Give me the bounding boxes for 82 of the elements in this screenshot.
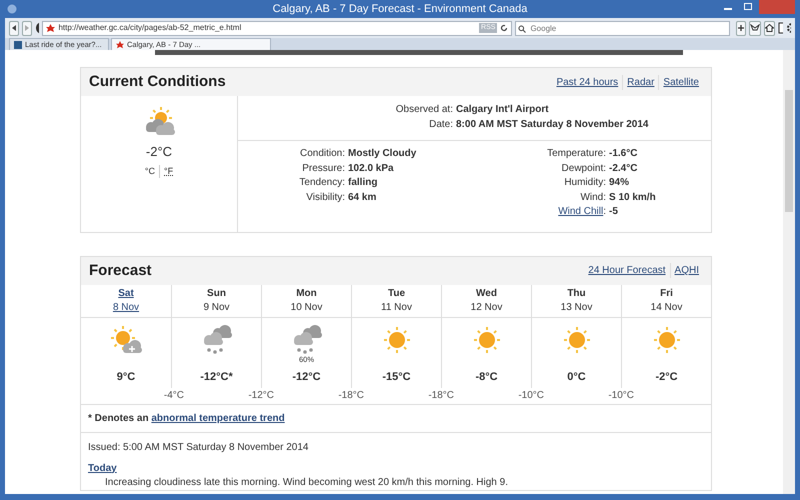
- field-label: Tendency:: [298, 176, 346, 190]
- sun-cloud-icon: [143, 106, 175, 138]
- field-value: 94%: [609, 176, 630, 190]
- period-text: Increasing cloudiness late this morning. Wind becoming west 20 km/h this morning. High 9.: [104, 476, 509, 490]
- field-value: 8:00 AM MST Saturday 8 November 2014: [456, 118, 648, 132]
- high-temperature: -12°C*: [200, 370, 233, 382]
- current-temperature: -2°C: [146, 143, 172, 161]
- crown-button[interactable]: [749, 20, 762, 36]
- field-label: Wind:: [579, 190, 607, 204]
- low-temperature: -4°C: [164, 388, 184, 402]
- search-icon: [518, 24, 526, 32]
- forward-icon: [23, 24, 31, 32]
- back-button[interactable]: [9, 20, 19, 36]
- day-date[interactable]: 11 Nov: [352, 300, 441, 314]
- high-temperature: -2°C: [655, 370, 678, 382]
- header-link[interactable]: AQHI: [670, 263, 703, 278]
- reload-icon[interactable]: [500, 24, 508, 32]
- low-temperature: -10°C: [608, 388, 634, 402]
- day-date[interactable]: 13 Nov: [532, 300, 621, 314]
- field-value: 102.0 kPa: [348, 162, 394, 176]
- field-label: Humidity:: [563, 176, 607, 190]
- plus-icon: [737, 24, 746, 32]
- scrollbar-thumb[interactable]: [785, 90, 793, 212]
- unit-toggle[interactable]: °F: [159, 164, 178, 178]
- high-temperature: -15°C: [382, 370, 411, 382]
- field-value: Mostly Cloudy: [348, 147, 416, 161]
- low-temperature: -10°C: [518, 388, 544, 402]
- field-link[interactable]: Wind Chill: [558, 206, 604, 217]
- site-icon: [14, 40, 22, 48]
- header-link[interactable]: Radar: [622, 74, 658, 90]
- day-name[interactable]: Fri: [622, 286, 711, 300]
- day-date[interactable]: 9 Nov: [172, 300, 261, 314]
- field-value: 64 km: [348, 190, 376, 204]
- header-link[interactable]: Past 24 hours: [552, 74, 622, 90]
- high-temperature: -12°C: [292, 370, 321, 382]
- day-date[interactable]: 10 Nov: [262, 300, 351, 314]
- panel-title: Current Conditions: [89, 73, 226, 91]
- low-temperature: -12°C: [248, 388, 274, 402]
- field-label: :: [603, 206, 606, 217]
- field-value: S 10 km/h: [609, 190, 656, 204]
- issued-time: Issued: 5:00 AM MST Saturday 8 November 2014: [87, 440, 310, 454]
- field-label: Dewpoint:: [560, 162, 607, 176]
- footnote: * Denotes an abnormal temperature trend: [81, 404, 711, 432]
- crown-icon: [750, 24, 760, 32]
- unit-toggle[interactable]: °C: [140, 164, 159, 178]
- high-temperature: -8°C: [475, 370, 498, 382]
- day-date[interactable]: 8 Nov: [81, 300, 171, 314]
- field-value: -5: [609, 205, 618, 219]
- day-name[interactable]: Wed: [442, 286, 531, 300]
- header-link[interactable]: Satellite: [658, 74, 703, 90]
- home-icon: [765, 24, 774, 32]
- period-title[interactable]: Today: [88, 462, 117, 474]
- back-icon: [10, 24, 18, 32]
- day-name[interactable]: Sat: [81, 286, 171, 300]
- field-value: falling: [348, 176, 378, 190]
- high-temperature: 0°C: [567, 370, 586, 382]
- day-name[interactable]: Mon: [262, 286, 351, 300]
- day-name[interactable]: Thu: [532, 286, 621, 300]
- footnote-link[interactable]: abnormal temperature trend: [151, 412, 285, 424]
- panel-title: Forecast: [89, 262, 152, 280]
- field-label: Pressure:: [301, 162, 346, 176]
- sun-snow-icon: [110, 324, 142, 356]
- high-temperature: 9°C: [116, 370, 136, 382]
- field-value: -2.4°C: [609, 162, 638, 176]
- field-value: Calgary Int'l Airport: [456, 103, 549, 117]
- day-name[interactable]: Sun: [172, 286, 261, 300]
- low-temperature: -18°C: [338, 388, 364, 402]
- field-label: Observed at:: [394, 103, 454, 117]
- day-date[interactable]: 14 Nov: [622, 300, 711, 314]
- search-field[interactable]: Google: [515, 20, 730, 36]
- field-label: Date:: [428, 118, 454, 132]
- day-name[interactable]: Tue: [352, 286, 441, 300]
- add-button[interactable]: [736, 20, 746, 36]
- home-button[interactable]: [764, 20, 776, 36]
- field-value: -1.6°C: [609, 147, 638, 161]
- low-temperature: -18°C: [428, 388, 454, 402]
- window-title: Calgary, AB - 7 Day Forecast - Environment Canada: [272, 2, 528, 17]
- field-label: Condition:: [298, 147, 346, 161]
- header-link[interactable]: 24 Hour Forecast: [584, 263, 670, 278]
- field-label: Visibility:: [305, 190, 346, 204]
- field-label: Temperature:: [546, 147, 607, 161]
- day-date[interactable]: 12 Nov: [442, 300, 531, 314]
